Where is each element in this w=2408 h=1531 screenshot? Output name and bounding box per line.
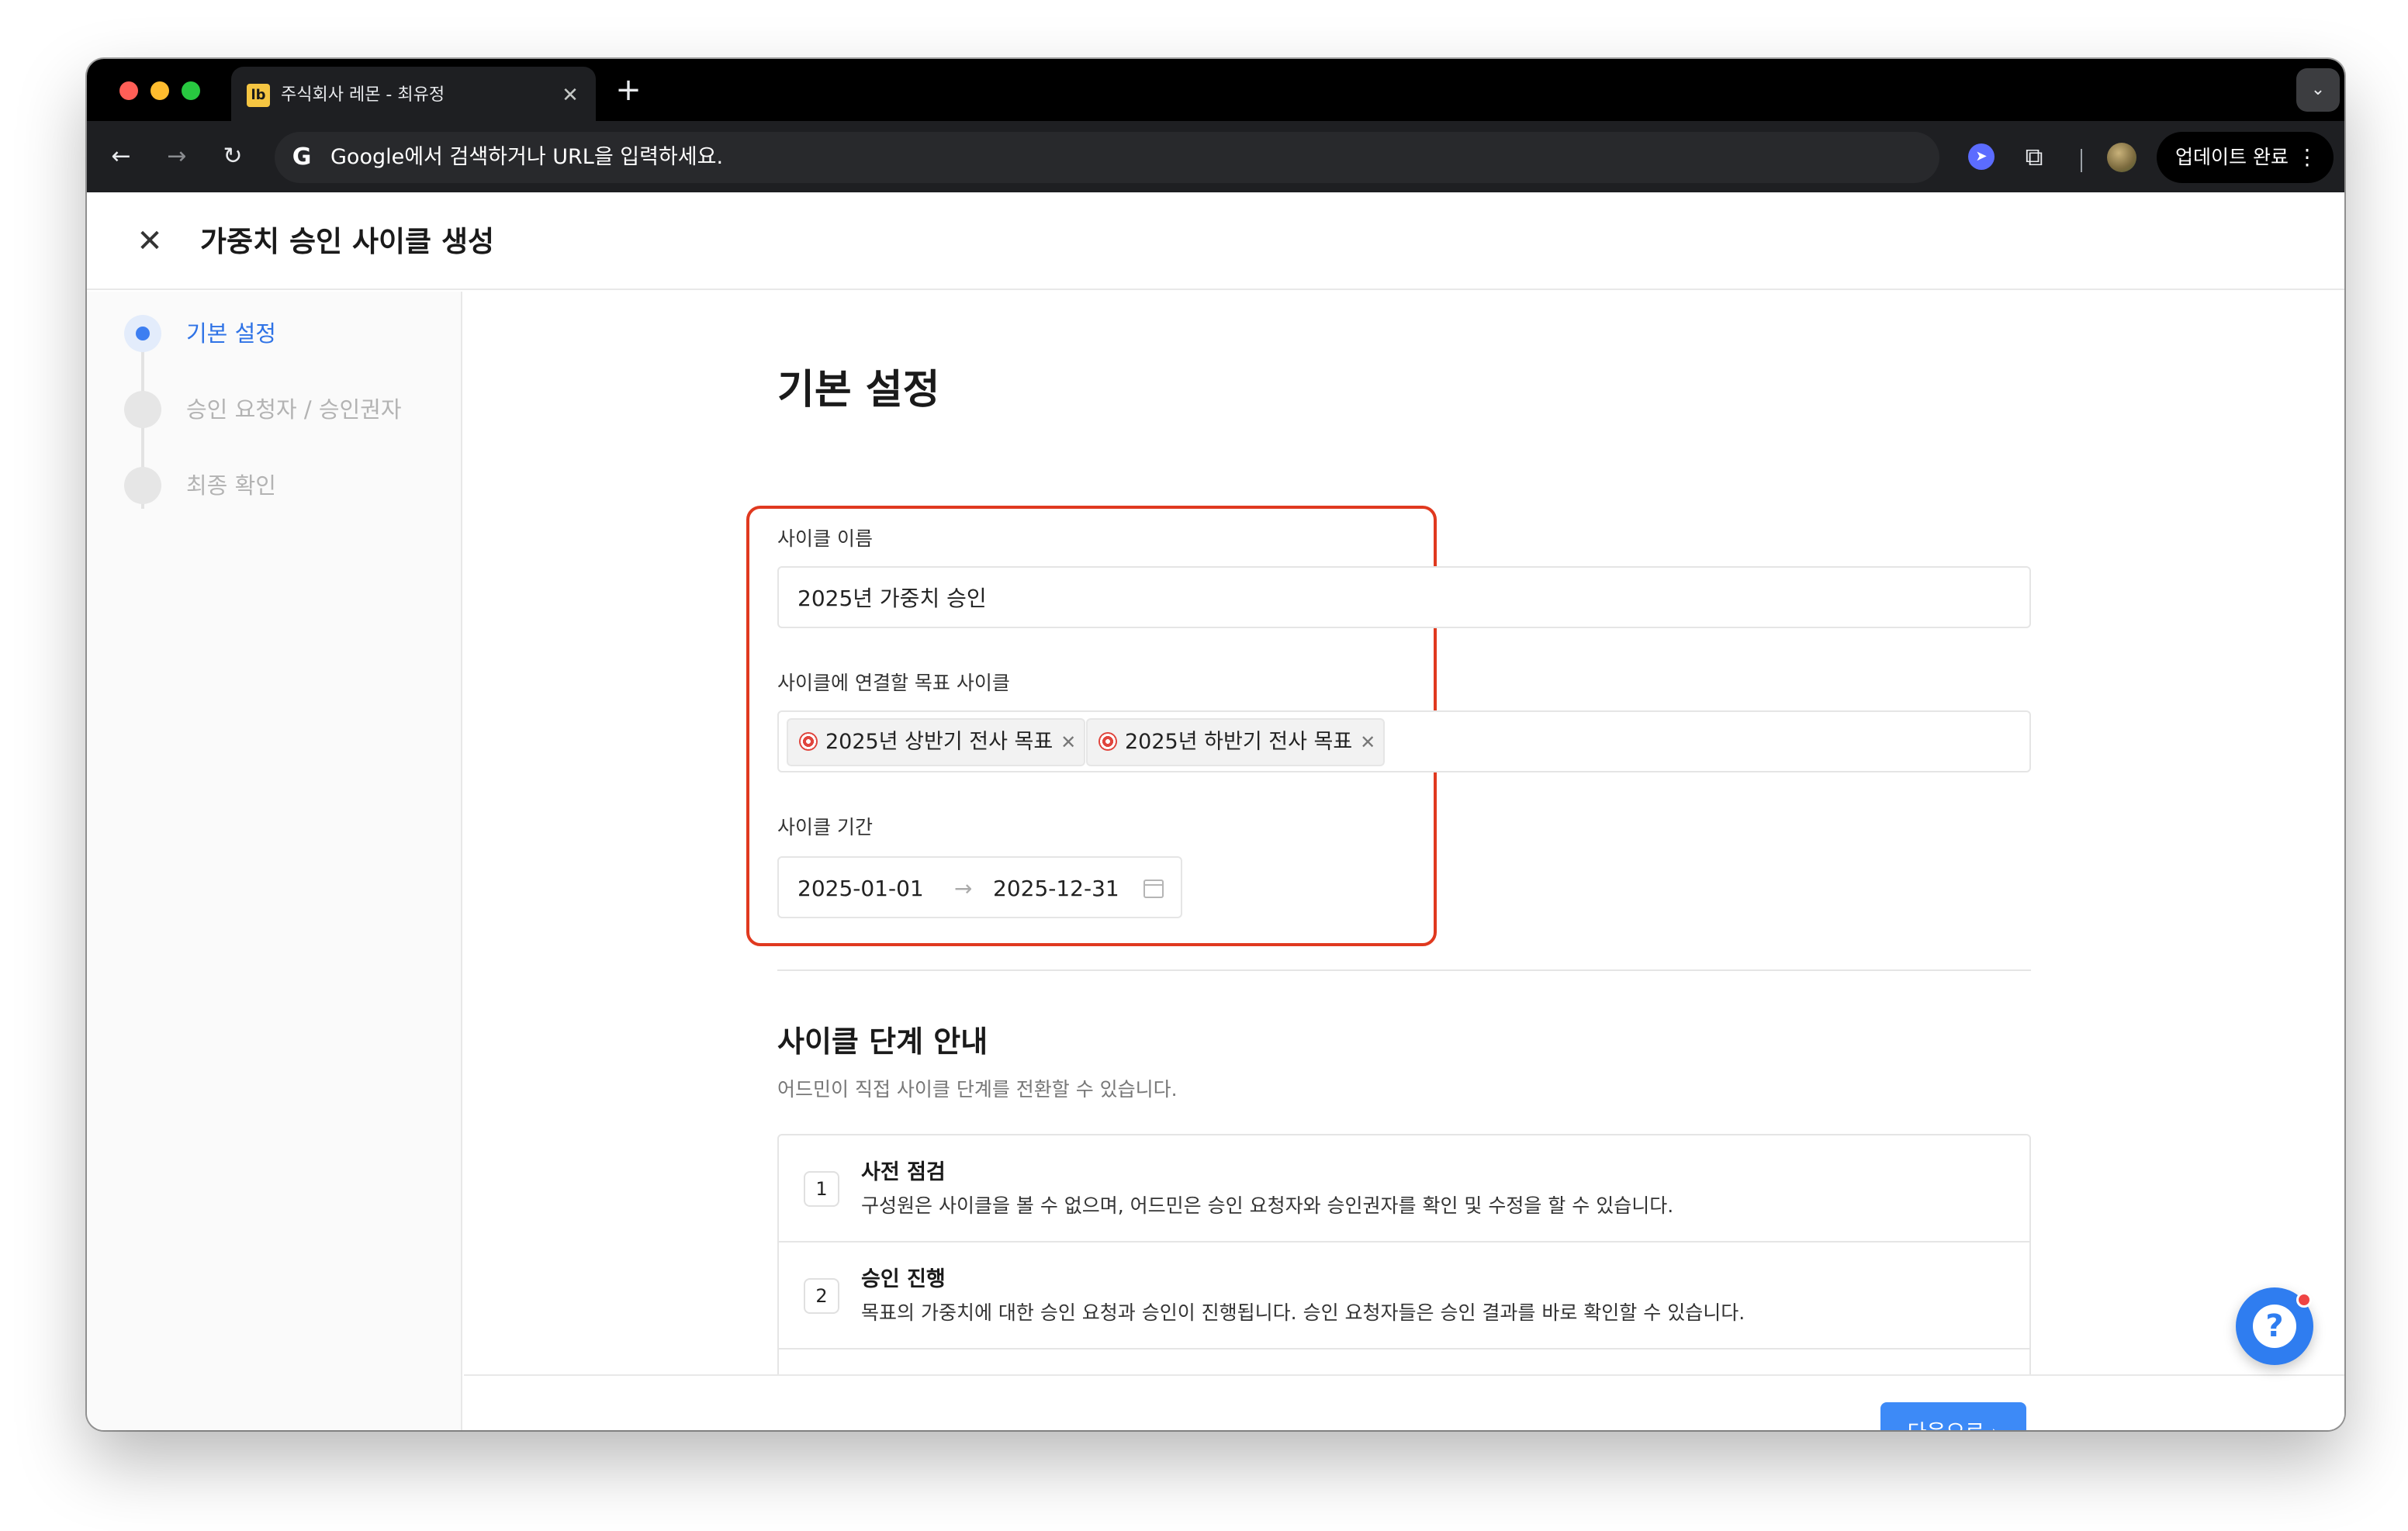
footer-bar <box>464 1374 2344 1430</box>
step-basic-settings[interactable]: 기본 설정 <box>186 318 276 349</box>
step-indicator-active <box>124 315 161 352</box>
cycle-name-input[interactable]: 2025년 가중치 승인 <box>777 566 2031 628</box>
close-window-button[interactable] <box>119 81 138 100</box>
toolbar-divider <box>2081 149 2082 172</box>
notification-badge <box>2296 1292 2312 1308</box>
profile-avatar[interactable] <box>2107 143 2136 172</box>
app-header: ✕ 가중치 승인 사이클 생성 <box>87 192 2344 290</box>
tab-search-icon[interactable]: ⌄ <box>2296 68 2340 112</box>
main-content: 기본 설정 사이클 이름 2025년 가중치 승인 사이클에 연결할 목표 사이… <box>464 292 2344 1430</box>
list-item: 2 승인 진행 목표의 가중치에 대한 승인 요청과 승인이 진행됩니다. 승인… <box>779 1242 2029 1350</box>
divider <box>777 969 2031 971</box>
section-title: 기본 설정 <box>777 367 940 413</box>
chip-label: 2025년 상반기 전사 목표 <box>825 730 1054 754</box>
calendar-icon[interactable] <box>1143 880 1164 898</box>
help-button[interactable]: ? <box>2236 1287 2313 1365</box>
browser-toolbar: ← → ↻ G Google에서 검색하거나 URL을 입력하세요. ➤ ⧉ 업… <box>87 121 2344 192</box>
cycle-name-value: 2025년 가중치 승인 <box>797 586 987 611</box>
more-vert-icon: ⋮ <box>2296 144 2318 170</box>
update-label: 업데이트 완료 <box>2175 146 2289 168</box>
maximize-window-button[interactable] <box>182 81 200 100</box>
target-icon <box>1098 732 1117 751</box>
plus-icon[interactable]: + <box>610 71 647 109</box>
next-button[interactable]: 다음으로 › <box>1880 1402 2026 1430</box>
stage-description: 구성원은 사이클을 볼 수 없으며, 어드민은 승인 요청자와 승인권자를 확인… <box>861 1194 1674 1217</box>
question-icon: ? <box>2253 1305 2296 1348</box>
step-final-confirm[interactable]: 최종 확인 <box>186 470 276 501</box>
guide-title: 사이클 단계 안내 <box>777 1025 988 1059</box>
tab-bar: lb 주식회사 레몬 - 최유정 ✕ + ⌄ <box>87 59 2344 121</box>
close-icon[interactable]: ✕ <box>557 82 583 109</box>
extension-icon[interactable]: ➤ <box>1963 138 2000 175</box>
reload-icon[interactable]: ↻ <box>214 138 251 175</box>
stage-title: 승인 진행 <box>861 1267 946 1291</box>
date-range-picker[interactable]: 2025-01-01 → 2025-12-31 <box>777 856 1182 918</box>
target-icon <box>799 732 818 751</box>
forward-arrow-icon[interactable]: → <box>158 138 195 175</box>
range-arrow-icon: → <box>954 876 973 901</box>
start-date[interactable]: 2025-01-01 <box>797 875 924 903</box>
stage-title: 사전 점검 <box>861 1160 946 1184</box>
step-sidebar: 기본 설정 승인 요청자 / 승인권자 최종 확인 <box>87 292 462 1430</box>
stage-description: 목표의 가중치에 대한 승인 요청과 승인이 진행됩니다. 승인 요청자들은 승… <box>861 1301 1745 1324</box>
step-approvers[interactable]: 승인 요청자 / 승인권자 <box>186 394 402 425</box>
remove-chip-icon[interactable]: ✕ <box>1060 720 1076 765</box>
favicon-icon: lb <box>247 84 270 107</box>
goal-cycle-chip: 2025년 하반기 전사 목표 ✕ <box>1086 718 1386 766</box>
stage-number: 2 <box>804 1278 839 1314</box>
page-title: 가중치 승인 사이클 생성 <box>200 225 495 258</box>
browser-tab[interactable]: lb 주식회사 레몬 - 최유정 ✕ <box>231 67 596 121</box>
back-arrow-icon[interactable]: ← <box>102 138 140 175</box>
list-item: 1 사전 점검 구성원은 사이클을 볼 수 없으며, 어드민은 승인 요청자와 … <box>779 1135 2029 1242</box>
tab-title: 주식회사 레몬 - 최유정 <box>281 85 445 105</box>
end-date[interactable]: 2025-12-31 <box>993 875 1119 903</box>
stage-number: 1 <box>804 1171 839 1207</box>
minimize-window-button[interactable] <box>150 81 169 100</box>
step-indicator <box>124 391 161 428</box>
close-icon[interactable]: ✕ <box>130 222 169 261</box>
goal-cycle-chip: 2025년 상반기 전사 목표 ✕ <box>787 718 1086 766</box>
step-indicator <box>124 467 161 504</box>
google-icon: G <box>292 143 312 171</box>
address-placeholder: Google에서 검색하거나 URL을 입력하세요. <box>330 145 724 169</box>
guide-description: 어드민이 직접 사이클 단계를 전환할 수 있습니다. <box>777 1078 1178 1101</box>
update-button[interactable]: 업데이트 완료 ⋮ <box>2157 132 2334 183</box>
chip-label: 2025년 하반기 전사 목표 <box>1125 730 1353 754</box>
period-label: 사이클 기간 <box>777 816 873 838</box>
goal-cycle-label: 사이클에 연결할 목표 사이클 <box>777 672 1010 694</box>
puzzle-icon[interactable]: ⧉ <box>2015 138 2053 175</box>
remove-chip-icon[interactable]: ✕ <box>1360 720 1375 765</box>
goal-cycle-select[interactable]: 2025년 상반기 전사 목표 ✕ 2025년 하반기 전사 목표 ✕ <box>777 710 2031 772</box>
cycle-name-label: 사이클 이름 <box>777 527 873 550</box>
address-bar[interactable]: G Google에서 검색하거나 URL을 입력하세요. <box>275 132 1939 183</box>
browser-window: lb 주식회사 레몬 - 최유정 ✕ + ⌄ ← → ↻ G Google에서 … <box>87 59 2344 1430</box>
